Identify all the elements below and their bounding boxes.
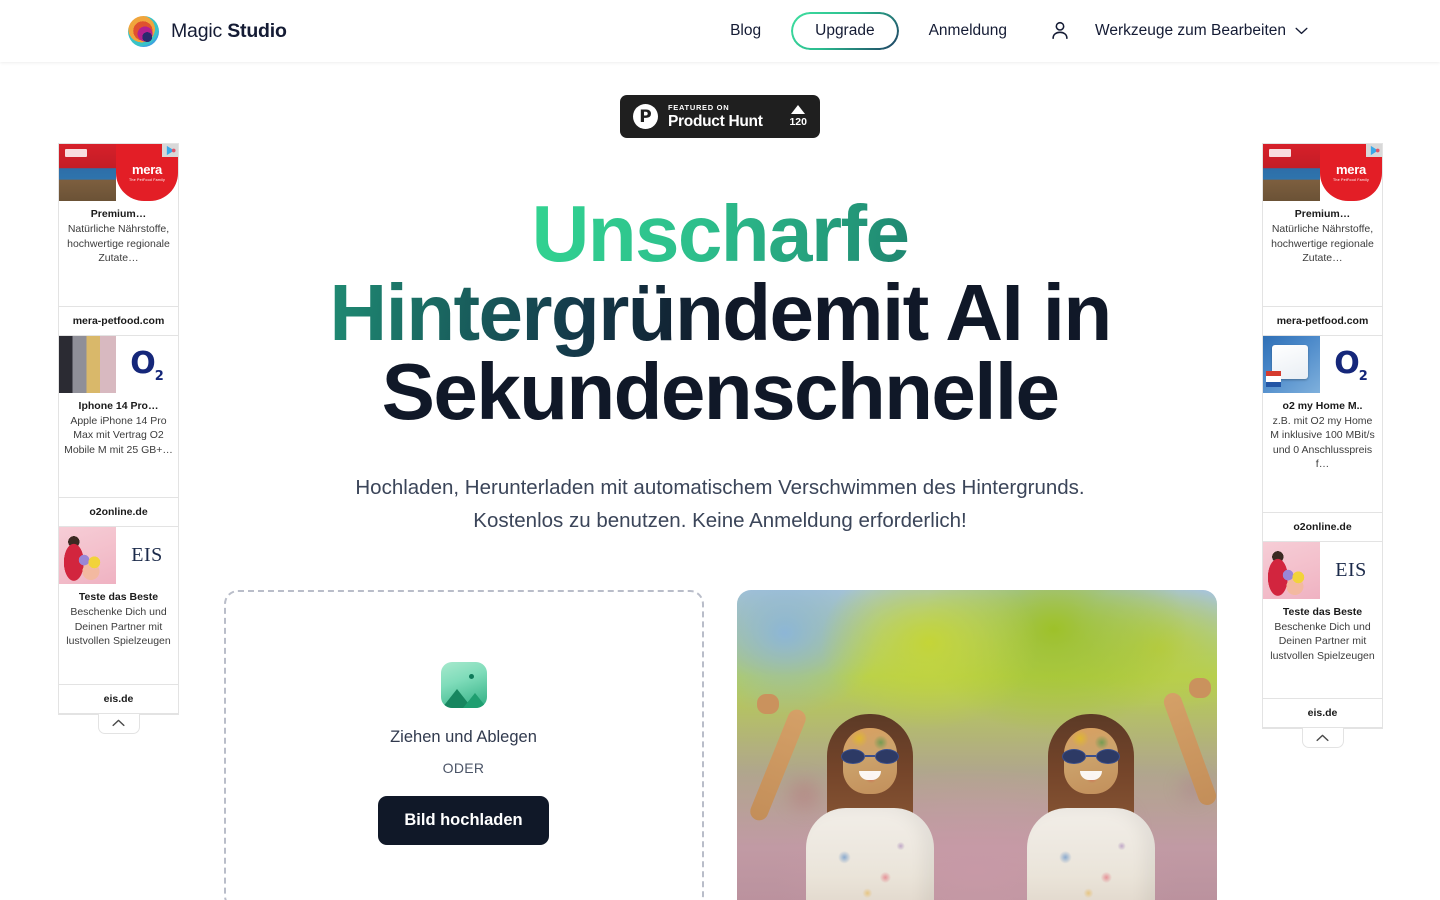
ad-title: Iphone 14 Pro… xyxy=(78,399,159,412)
ad-title: Teste das Beste xyxy=(78,591,159,603)
image-placeholder-icon xyxy=(440,662,487,708)
ad-card[interactable]: O2 Iphone 14 Pro… Apple iPhone 14 Pro Ma… xyxy=(59,335,178,527)
brand-logo-link[interactable]: Magic Studio xyxy=(128,15,287,47)
ad-card[interactable]: mera The PetFood Family Premium… Natürlic… xyxy=(1263,144,1382,336)
hero-subtitle: Hochladen, Herunterladen mit automatisch… xyxy=(320,471,1120,537)
ad-brand-logo: O2 xyxy=(1320,335,1382,393)
product-hunt-name: Product Hunt xyxy=(668,113,763,130)
nav-blog-link[interactable]: Blog xyxy=(716,14,775,48)
chevron-up-icon xyxy=(1316,729,1329,747)
ad-description: z.B. mit O2 my Home M inklusive 100 MBit… xyxy=(1270,414,1375,471)
ad-brand-logo: EIS xyxy=(1320,541,1382,599)
ad-domain[interactable]: o2online.de xyxy=(1263,511,1382,541)
ad-domain[interactable]: mera-petfood.com xyxy=(59,305,178,335)
ad-domain[interactable]: eis.de xyxy=(59,683,178,713)
product-hunt-vote-count: 120 xyxy=(789,116,807,129)
ad-media: mera The PetFood Family xyxy=(1263,144,1382,201)
product-hunt-votes: 120 xyxy=(789,105,807,128)
ad-body: Premium… Natürliche Nährstoffe, hochwert… xyxy=(59,201,178,306)
ad-product-image xyxy=(1263,541,1320,599)
brand-name-light: Magic xyxy=(171,19,223,42)
ad-rail-collapse-button[interactable] xyxy=(1301,728,1344,748)
upload-area: Ziehen und Ablegen ODER Bild hochladen xyxy=(0,590,1440,900)
triangle-up-icon xyxy=(791,105,806,115)
adchoices-icon[interactable] xyxy=(162,144,178,157)
ad-domain[interactable]: eis.de xyxy=(1263,698,1382,727)
dropzone[interactable]: Ziehen und Ablegen ODER Bild hochladen xyxy=(223,590,704,900)
ad-rail-right: mera The PetFood Family Premium… Natürlic… xyxy=(1262,143,1383,748)
ad-description: Apple iPhone 14 Pro Max mit Vertrag O2 M… xyxy=(64,414,173,456)
upgrade-button[interactable]: Upgrade xyxy=(791,12,899,50)
user-icon xyxy=(1049,19,1071,44)
ad-description: Beschenke Dich und Deinen Partner mit lu… xyxy=(1270,620,1375,662)
ad-body: o2 my Home M.. z.B. mit O2 my Home M ink… xyxy=(1263,393,1382,512)
ad-media: mera The PetFood Family xyxy=(59,144,178,201)
sample-photo[interactable] xyxy=(736,590,1217,900)
nav-login-link[interactable]: Anmeldung xyxy=(915,14,1021,48)
upload-image-button[interactable]: Bild hochladen xyxy=(378,796,549,845)
page-title: Unscharfe Hintergründemit AI in Sekunden… xyxy=(310,194,1130,432)
ad-card[interactable]: EIS Teste das Beste Beschenke Dich und D… xyxy=(1263,541,1382,728)
ad-brand-logo: EIS xyxy=(116,527,178,584)
ad-description: Beschenke Dich und Deinen Partner mit lu… xyxy=(66,606,171,647)
ad-card[interactable]: mera The PetFood Family Premium… Natürlic… xyxy=(59,144,178,336)
ad-product-image xyxy=(59,144,116,201)
tools-dropdown-label: Werkzeuge zum Bearbeiten xyxy=(1095,22,1286,39)
ad-title: Premium… xyxy=(1294,208,1351,220)
hero-subtitle-line1: Hochladen, Herunterladen mit automatisch… xyxy=(355,476,1085,499)
ad-product-image xyxy=(59,527,116,584)
product-hunt-text: FEATURED ON Product Hunt xyxy=(668,102,763,130)
product-hunt-logo-icon: P xyxy=(633,104,658,129)
brand-name: Magic Studio xyxy=(171,20,287,43)
ad-brand-logo: O2 xyxy=(116,335,178,393)
main-nav: Blog Upgrade Anmeldung Werkzeuge zum Bea… xyxy=(716,10,1312,52)
dropzone-drag-label: Ziehen und Ablegen xyxy=(390,728,537,746)
tools-dropdown[interactable]: Werkzeuge zum Bearbeiten xyxy=(1091,14,1312,48)
ad-media: EIS xyxy=(59,527,178,584)
product-hunt-badge-wrap: P FEATURED ON Product Hunt 120 xyxy=(0,95,1440,138)
ad-body: Iphone 14 Pro… Apple iPhone 14 Pro Max m… xyxy=(59,393,178,498)
ad-product-image xyxy=(59,335,116,393)
ad-media: O2 xyxy=(59,335,178,393)
ad-title: o2 my Home M.. xyxy=(1282,399,1363,412)
photo-person-right xyxy=(1011,670,1217,900)
ad-title: Teste das Beste xyxy=(1282,605,1363,618)
hero-section: Unscharfe Hintergründemit AI in Sekunden… xyxy=(0,194,1440,537)
site-header: Magic Studio Blog Upgrade Anmeldung Werk… xyxy=(0,0,1440,62)
ad-description: Natürliche Nährstoffe, hochwertige regio… xyxy=(67,223,170,264)
ad-title: Premium… xyxy=(90,208,147,220)
chevron-down-icon xyxy=(1295,22,1308,40)
product-hunt-badge[interactable]: P FEATURED ON Product Hunt 120 xyxy=(620,95,820,138)
ad-domain[interactable]: mera-petfood.com xyxy=(1263,305,1382,335)
ad-media: O2 xyxy=(1263,335,1382,393)
account-button[interactable] xyxy=(1039,10,1081,52)
ad-description: Natürliche Nährstoffe, hochwertige regio… xyxy=(1271,223,1374,264)
adchoices-icon[interactable] xyxy=(1366,144,1382,157)
ad-media: EIS xyxy=(1263,541,1382,599)
ad-domain[interactable]: o2online.de xyxy=(59,497,178,526)
chevron-up-icon xyxy=(112,714,125,732)
ad-rail-collapse-button[interactable] xyxy=(97,713,140,734)
photo-person-left xyxy=(747,690,945,900)
ad-product-image xyxy=(1263,144,1320,201)
brand-name-bold: Studio xyxy=(227,19,287,42)
product-hunt-featured-label: FEATURED ON xyxy=(668,102,730,112)
ad-body: Premium… Natürliche Nährstoffe, hochwert… xyxy=(1263,201,1382,306)
dropzone-or-label: ODER xyxy=(442,760,485,776)
ad-product-image xyxy=(1263,335,1320,393)
ad-body: Teste das Beste Beschenke Dich und Deine… xyxy=(1263,599,1382,699)
ad-body: Teste das Beste Beschenke Dich und Deine… xyxy=(59,584,178,684)
ad-rail-left: mera The PetFood Family Premium… Natürlic… xyxy=(58,143,179,734)
magic-studio-logo-icon xyxy=(128,15,159,47)
ad-card[interactable]: EIS Teste das Beste Beschenke Dich und D… xyxy=(59,527,178,714)
ad-card[interactable]: O2 o2 my Home M.. z.B. mit O2 my Home M … xyxy=(1263,335,1382,542)
hero-subtitle-line2: Kostenlos zu benutzen. Keine Anmeldung e… xyxy=(473,509,967,532)
